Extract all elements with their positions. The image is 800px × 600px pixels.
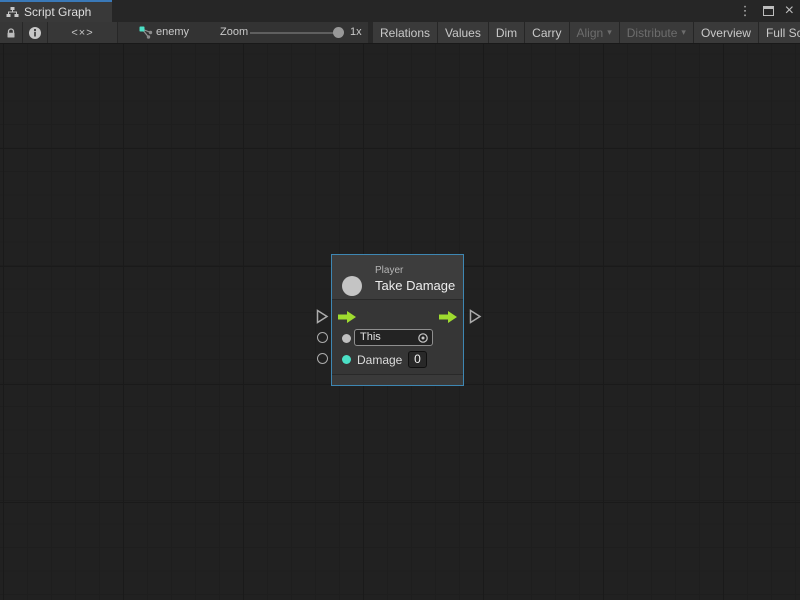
this-input-connector-icon[interactable] (317, 332, 328, 343)
carry-button[interactable]: Carry (525, 22, 569, 43)
player-object-icon (342, 276, 362, 296)
dropdown-caret-icon: ▾ (607, 22, 612, 43)
this-input-field[interactable]: This (354, 329, 433, 346)
graph-name-label: enemy (156, 26, 189, 38)
graph-asset-icon (139, 26, 153, 40)
damage-input-connector-icon[interactable] (317, 353, 328, 364)
dim-button[interactable]: Dim (489, 22, 525, 43)
script-graph-window: Script Graph ⋮ × <×> (0, 0, 800, 600)
code-icon: <×> (71, 27, 93, 39)
damage-port-icon[interactable] (342, 355, 351, 364)
zoom-slider-track[interactable] (250, 32, 342, 34)
zoom-value: 1x (350, 26, 362, 38)
tab-script-graph[interactable]: Script Graph (0, 0, 112, 22)
dropdown-caret-icon: ▾ (681, 22, 686, 43)
node-title: Take Damage (375, 278, 455, 293)
values-button[interactable]: Values (438, 22, 489, 43)
flow-output-port-icon[interactable] (439, 311, 457, 323)
distribute-dropdown[interactable]: Distribute ▾ (620, 22, 694, 43)
code-preview-button[interactable]: <×> (48, 22, 118, 43)
zoom-label: Zoom (220, 26, 248, 38)
full-screen-button[interactable]: Full Screen (759, 22, 800, 43)
toolbar-buttons: Relations Values Dim Carry Align ▾ Distr… (373, 22, 800, 43)
relations-button[interactable]: Relations (373, 22, 438, 43)
lock-icon (5, 27, 17, 39)
tab-title: Script Graph (24, 5, 91, 19)
lock-button[interactable] (0, 22, 23, 43)
flow-input-port-icon[interactable] (338, 311, 356, 323)
flow-output-connector-icon[interactable] (469, 309, 482, 324)
zoom-slider-handle[interactable] (333, 27, 344, 38)
damage-value-field[interactable]: 0 (408, 351, 427, 368)
title-bar: Script Graph ⋮ × (0, 0, 800, 22)
window-controls: ⋮ × (737, 0, 796, 22)
maximize-icon[interactable] (763, 6, 774, 16)
take-damage-node[interactable]: Player Take Damage This Damage 0 (331, 254, 464, 386)
align-dropdown[interactable]: Align ▾ (570, 22, 620, 43)
node-footer (332, 374, 463, 385)
damage-port-label: Damage (357, 353, 402, 367)
node-category: Player (375, 265, 403, 276)
script-graph-icon (6, 6, 19, 19)
object-picker-icon[interactable] (417, 332, 429, 344)
this-field-value: This (360, 331, 381, 343)
close-icon[interactable]: × (783, 1, 796, 21)
graph-toolbar: <×> enemy Zoom 1x Relations Values (0, 22, 800, 44)
node-port-area: This Damage 0 (332, 300, 463, 374)
this-port-icon[interactable] (342, 334, 351, 343)
graph-info-section: enemy Zoom 1x (118, 22, 368, 43)
flow-input-connector-icon[interactable] (316, 309, 329, 324)
info-button[interactable] (23, 22, 48, 43)
overview-button[interactable]: Overview (694, 22, 759, 43)
window-menu-icon[interactable]: ⋮ (737, 0, 754, 22)
node-header[interactable]: Player Take Damage (332, 255, 463, 300)
info-icon (28, 26, 42, 40)
